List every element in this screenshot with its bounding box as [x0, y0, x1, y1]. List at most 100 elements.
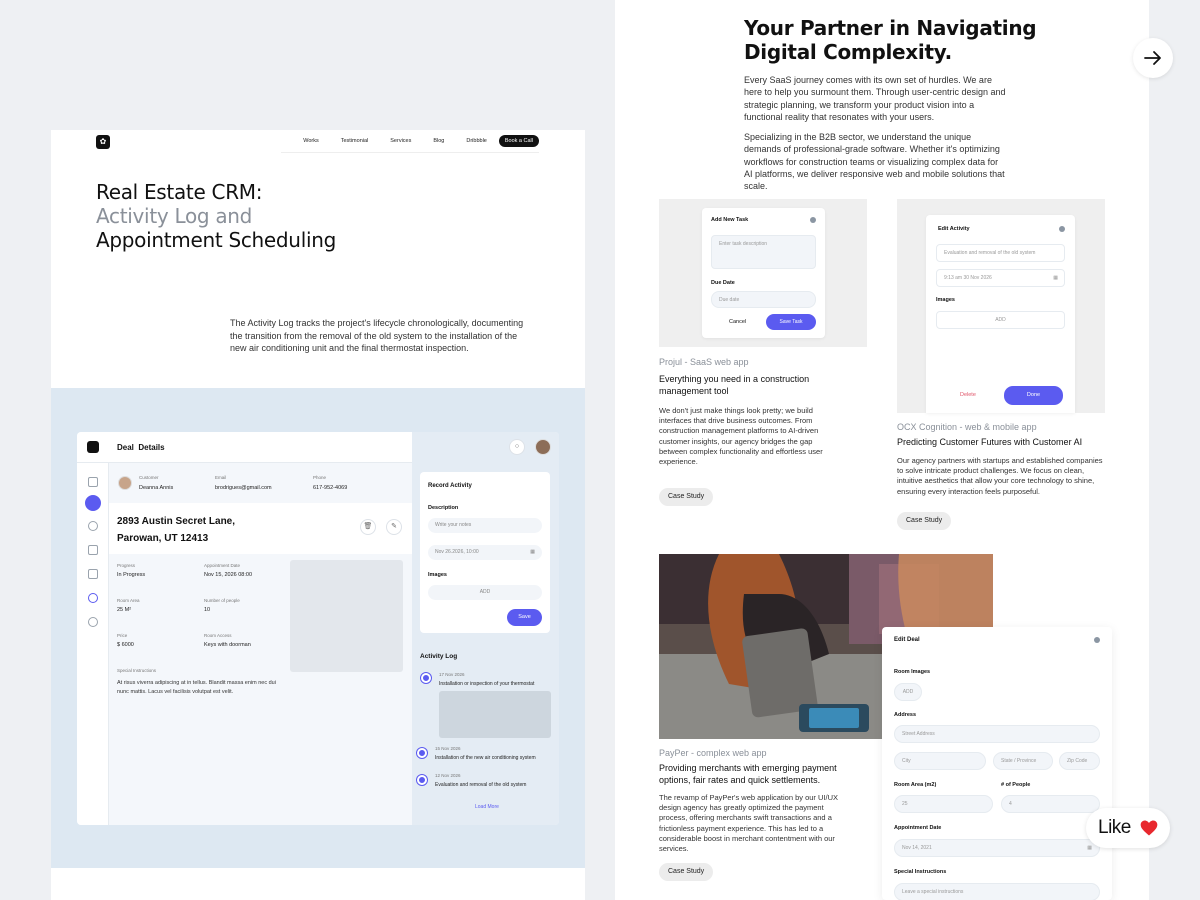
nav-dribbble[interactable]: Dribbble — [466, 138, 486, 144]
customer-email[interactable]: brodrigues@gmail.com — [215, 485, 272, 491]
due-date-input[interactable]: Due date — [711, 291, 816, 308]
add-image-button[interactable]: ADD — [428, 585, 542, 600]
log-text: Installation or inspection of your therm… — [439, 681, 535, 687]
special-instructions-label: Special Instructions — [894, 869, 947, 875]
room-area-value: 25 M² — [117, 607, 132, 613]
special-instructions-input[interactable]: Leave a special instructions — [894, 883, 1100, 900]
cancel-button[interactable]: Cancel — [729, 319, 746, 325]
special-instructions-caption: Special Instructions — [117, 668, 157, 673]
intro-paragraph-2: Specializing in the B2B sector, we under… — [744, 132, 1005, 192]
customer-name: Deanna Annis — [139, 485, 174, 491]
room-images-label: Room Images — [894, 669, 931, 675]
record-activity-title: Record Activity — [428, 483, 472, 489]
nav-services[interactable]: Services — [390, 138, 411, 144]
phone-caption: Phone — [313, 475, 327, 480]
appointment-caption: Appointment Date — [204, 563, 241, 568]
activity-pane: ○ Record Activity Description Write your… — [412, 432, 559, 825]
city-input[interactable]: City — [894, 752, 986, 770]
nav-works[interactable]: Works — [303, 138, 318, 144]
activity-datetime-input[interactable]: 9:13 am 30 Nov 2026 ▦ — [936, 269, 1065, 287]
close-icon[interactable] — [1094, 637, 1100, 643]
nav-blog[interactable]: Blog — [433, 138, 444, 144]
modal-title: Edit Activity — [938, 226, 970, 232]
people-value: 10 — [204, 607, 211, 613]
next-arrow-button[interactable] — [1133, 38, 1173, 78]
preview-logo: ✿ — [96, 135, 110, 149]
add-room-image-button[interactable]: ADD — [894, 683, 922, 701]
settings-icon[interactable] — [88, 617, 98, 627]
calendar-icon: ▦ — [530, 549, 535, 555]
save-task-button[interactable]: Save Task — [766, 314, 816, 330]
activity-log-title: Activity Log — [420, 653, 458, 660]
customer-row: Customer Deanna Annis Email brodrigues@g… — [109, 463, 412, 503]
state-input[interactable]: State / Province — [993, 752, 1053, 770]
case-preview-card: ✿ Works Testimonial Services Blog Dribbb… — [51, 130, 585, 900]
search-icon[interactable]: ○ — [509, 439, 525, 455]
street-address-input[interactable]: Street Address — [894, 725, 1100, 743]
room-access-caption: Room Access — [204, 633, 232, 638]
appointment-input[interactable]: Nov 14, 2021 ▦ — [894, 839, 1100, 857]
save-activity-button[interactable]: Save — [507, 609, 542, 626]
deals-icon[interactable] — [85, 495, 101, 511]
timeline-dot — [421, 673, 431, 683]
appointment-value: Nov 15, 2026 08:00 — [204, 572, 253, 578]
add-image-button[interactable]: ADD — [936, 311, 1065, 329]
case-study-button[interactable]: Case Study — [897, 512, 952, 530]
nav-divider — [281, 152, 539, 153]
log-text: Installation of the new air conditioning… — [435, 755, 536, 761]
zip-input[interactable]: Zip Code — [1059, 752, 1100, 770]
chart-icon[interactable] — [88, 593, 98, 603]
close-icon[interactable] — [1059, 226, 1065, 232]
edit-activity-modal: Edit Activity Evaluation and removal of … — [926, 215, 1075, 413]
images-label: Images — [428, 572, 447, 578]
heart-icon — [1140, 820, 1158, 836]
case-title: Predicting Customer Futures with Custome… — [897, 437, 1083, 447]
crm-title: Deal Details — [117, 443, 165, 452]
users-icon[interactable] — [88, 521, 98, 531]
done-button[interactable]: Done — [1004, 386, 1063, 405]
people-caption: Number of people — [204, 598, 240, 603]
calendar-icon[interactable] — [88, 569, 98, 579]
edit-icon[interactable]: ✎ — [386, 519, 402, 535]
case-description: The revamp of PayPer's web application b… — [659, 793, 839, 854]
activity-date-input[interactable]: Nov 26.2026, 10:00 ▦ — [428, 545, 542, 560]
task-description-input[interactable]: Enter task description — [711, 235, 816, 269]
calendar-icon: ▦ — [1053, 275, 1058, 281]
intro-paragraph: The Activity Log tracks the project's li… — [230, 318, 524, 353]
deal-address: 2893 Austin Secret Lane, Parowan, UT 1241… — [117, 516, 236, 544]
notes-input[interactable]: Write your notes — [428, 518, 542, 533]
intro-paragraph-1: Every SaaS journey comes with its own se… — [744, 75, 1006, 122]
special-instructions-text: At risus viverra adipiscing at in tellus… — [117, 680, 276, 695]
case-study-button[interactable]: Case Study — [659, 863, 714, 881]
agency-panel: Your Partner in Navigating Digital Comple… — [615, 0, 1149, 900]
delete-icon[interactable]: 🗑 — [360, 519, 376, 535]
people-input[interactable]: 4 — [1001, 795, 1100, 813]
list-icon[interactable] — [88, 545, 98, 555]
log-text: Evaluation and removal of the old system — [435, 782, 527, 788]
room-access-value: Keys with doorman — [204, 642, 251, 648]
room-area-label: Room Area (m2) — [894, 782, 937, 788]
user-avatar[interactable] — [535, 439, 551, 455]
book-call-button[interactable]: Book a Call — [498, 135, 539, 147]
title-line-3: Appointment Scheduling — [96, 228, 336, 252]
preview-nav: ✿ Works Testimonial Services Blog Dribbb… — [51, 130, 585, 154]
delete-button[interactable]: Delete — [960, 392, 976, 398]
grid-icon[interactable] — [88, 477, 98, 487]
add-task-modal: Add New Task Enter task description Due … — [702, 208, 825, 338]
like-button[interactable]: Like — [1086, 808, 1170, 848]
room-area-caption: Room Area — [117, 598, 140, 603]
case-description: Our agency partners with startups and es… — [897, 456, 1103, 496]
case-tag: OCX Cognition - web & mobile app — [897, 422, 1037, 432]
activity-title-input[interactable]: Evaluation and removal of the old system — [936, 244, 1065, 262]
close-icon[interactable] — [810, 217, 816, 223]
customer-phone[interactable]: 617-952-4069 — [313, 485, 347, 491]
case-tag: PayPer - complex web app — [659, 748, 767, 758]
load-more-link[interactable]: Load More — [475, 804, 499, 810]
nav-testimonial[interactable]: Testimonial — [341, 138, 369, 144]
price-caption: Price — [117, 633, 128, 638]
case-title: Everything you need in a construction ma… — [659, 374, 810, 396]
case-study-button[interactable]: Case Study — [659, 488, 714, 506]
room-area-input[interactable]: 25 — [894, 795, 993, 813]
address-label: Address — [894, 712, 917, 718]
log-date: 12 Nov 2026 — [435, 773, 461, 778]
